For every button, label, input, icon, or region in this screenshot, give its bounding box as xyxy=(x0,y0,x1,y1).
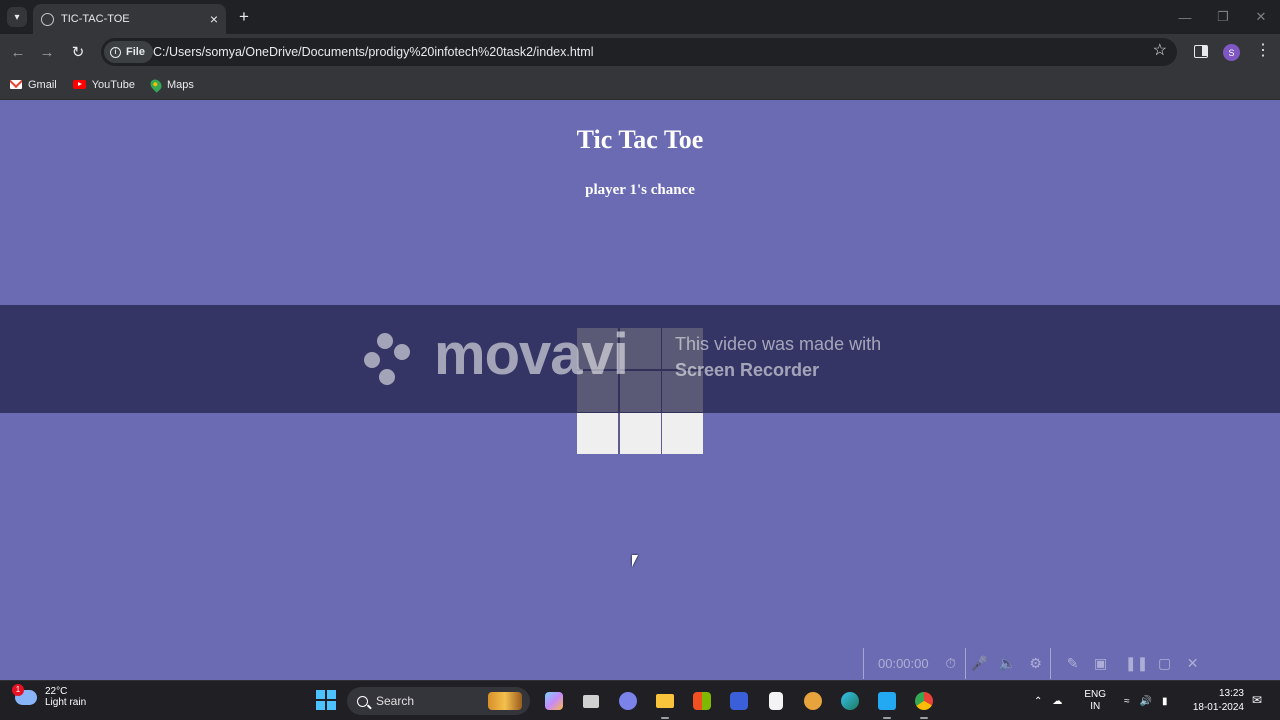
browser-tab-bar: ▾ TIC-TAC-TOE × + — ❐ ✕ xyxy=(0,0,1280,34)
notes-app-icon[interactable] xyxy=(725,687,753,715)
bookmark-label: Gmail xyxy=(28,78,57,91)
profile-avatar[interactable]: S xyxy=(1223,44,1240,61)
bookmark-star-icon[interactable]: ☆ xyxy=(1153,43,1167,59)
windows-taskbar: 1 22°C Light rain Search ⌃ ☁ ENG IN ≈ 🔊 … xyxy=(0,680,1280,720)
address-bar[interactable]: i File C:/Users/somya/OneDrive/Documents… xyxy=(101,38,1177,66)
clock-time: 13:23 xyxy=(1218,688,1244,699)
show-hidden-icons-chevron-icon[interactable]: ⌃ xyxy=(1034,696,1042,707)
youtube-icon xyxy=(72,80,86,89)
weather-temperature: 22°C xyxy=(45,686,68,697)
edge-browser-icon[interactable] xyxy=(836,687,864,715)
bookmark-label: Maps xyxy=(166,78,194,91)
search-label: Search xyxy=(376,694,415,708)
tab-tic-tac-toe[interactable]: TIC-TAC-TOE × xyxy=(33,4,226,34)
movavi-logo-icon xyxy=(364,331,424,391)
copilot-app-icon[interactable] xyxy=(540,687,568,715)
search-icon xyxy=(357,695,368,707)
reload-button[interactable]: ↻ xyxy=(68,42,88,62)
search-highlight-image xyxy=(488,692,522,710)
mouse-cursor-icon xyxy=(632,555,638,567)
side-panel-icon[interactable] xyxy=(1194,45,1208,58)
weather-widget[interactable]: 1 22°C Light rain xyxy=(12,683,87,708)
taskbar-search-box[interactable]: Search xyxy=(347,687,530,715)
settings-icon[interactable]: ⚙ xyxy=(1022,655,1050,672)
watermark-line-1: This video was made with xyxy=(675,334,882,354)
bookmark-label: YouTube xyxy=(91,78,135,91)
volume-icon[interactable]: 🔊 xyxy=(1140,696,1152,707)
watermark-brand: movavi xyxy=(434,322,629,387)
system-clock[interactable]: 13:23 18-01-2024 xyxy=(1190,687,1244,715)
globe-icon xyxy=(41,12,54,26)
tab-search-dropdown[interactable]: ▾ xyxy=(7,7,27,27)
windows-start-icon[interactable] xyxy=(316,690,336,710)
system-tray: ⌃ ☁ ENG IN ≈ 🔊 ▮ xyxy=(1034,687,1168,715)
back-button[interactable]: ← xyxy=(8,42,28,62)
battery-icon[interactable]: ▮ xyxy=(1162,696,1168,707)
board-cell-8[interactable] xyxy=(619,413,661,454)
language-indicator[interactable]: ENG IN xyxy=(1084,689,1106,713)
watermark-line-2: Screen Recorder xyxy=(675,360,820,380)
bookmark-gmail[interactable]: Gmail xyxy=(10,79,57,91)
timer-icon[interactable]: ⏱ xyxy=(937,655,965,672)
screenshot-camera-icon[interactable]: ▣ xyxy=(1087,655,1115,672)
maps-icon xyxy=(148,76,164,93)
pause-icon[interactable]: ❚❚ xyxy=(1123,655,1151,672)
weather-condition: Light rain xyxy=(45,697,87,708)
file-label: File xyxy=(126,46,145,58)
browser-menu-icon[interactable]: ⋮ xyxy=(1255,42,1271,60)
language-code: ENG xyxy=(1084,689,1107,700)
browser-toolbar: ← → ↻ i File C:/Users/somya/OneDrive/Doc… xyxy=(0,34,1280,70)
wifi-icon[interactable]: ≈ xyxy=(1124,696,1130,707)
url-text[interactable]: C:/Users/somya/OneDrive/Documents/prodig… xyxy=(153,45,593,59)
info-icon: i xyxy=(110,46,121,58)
forward-button[interactable]: → xyxy=(37,42,57,62)
microsoft-store-icon[interactable] xyxy=(688,687,716,715)
tab-title: TIC-TAC-TOE xyxy=(61,13,130,25)
minimize-button[interactable]: — xyxy=(1166,0,1204,34)
taskbar-apps xyxy=(540,687,938,719)
teams-chat-icon[interactable] xyxy=(614,687,642,715)
board-cell-9[interactable] xyxy=(662,413,703,454)
badge-app-icon[interactable] xyxy=(799,687,827,715)
document-app-icon[interactable] xyxy=(762,687,790,715)
close-tab-icon[interactable]: × xyxy=(210,12,218,26)
window-controls: — ❐ ✕ xyxy=(1166,0,1280,34)
bookmark-maps[interactable]: Maps xyxy=(148,76,194,93)
region-code: IN xyxy=(1090,701,1101,712)
bookmark-youtube[interactable]: YouTube xyxy=(72,78,135,91)
page-title: Tic Tac Toe xyxy=(576,125,704,154)
onedrive-icon[interactable]: ☁ xyxy=(1052,696,1062,707)
bookmarks-bar: Gmail YouTube Maps xyxy=(0,70,1280,100)
recorder-control-bar: 00:00:00 ⏱ 🎤 🔈 ⚙ ✎ ▣ ❚❚ ▢ ✕ xyxy=(863,648,1280,679)
close-recorder-icon[interactable]: ✕ xyxy=(1179,655,1207,672)
vscode-icon[interactable] xyxy=(873,687,901,719)
board-cell-7[interactable] xyxy=(577,413,618,454)
chrome-browser-icon[interactable] xyxy=(910,687,938,719)
speaker-icon[interactable]: 🔈 xyxy=(994,655,1022,672)
draw-pen-icon[interactable]: ✎ xyxy=(1059,655,1087,672)
close-window-button[interactable]: ✕ xyxy=(1242,0,1280,34)
microphone-off-icon[interactable]: 🎤 xyxy=(966,655,994,672)
new-tab-button[interactable]: + xyxy=(234,7,254,27)
file-explorer-icon[interactable] xyxy=(651,687,679,719)
notification-badge: 1 xyxy=(12,683,24,696)
stop-icon[interactable]: ▢ xyxy=(1151,655,1179,672)
recorder-watermark: movavi This video was made with Screen R… xyxy=(0,305,1280,413)
restore-button[interactable]: ❐ xyxy=(1204,0,1242,34)
clock-date: 18-01-2024 xyxy=(1192,702,1244,713)
gmail-icon xyxy=(10,80,22,89)
notification-bell-icon[interactable]: ✉ xyxy=(1252,693,1264,707)
recording-timer: 00:00:00 xyxy=(878,656,929,671)
turn-status: player 1's chance xyxy=(585,182,695,198)
site-info-chip[interactable]: i File xyxy=(104,41,153,63)
task-view-icon[interactable] xyxy=(577,687,605,715)
rain-cloud-icon: 1 xyxy=(12,683,37,705)
